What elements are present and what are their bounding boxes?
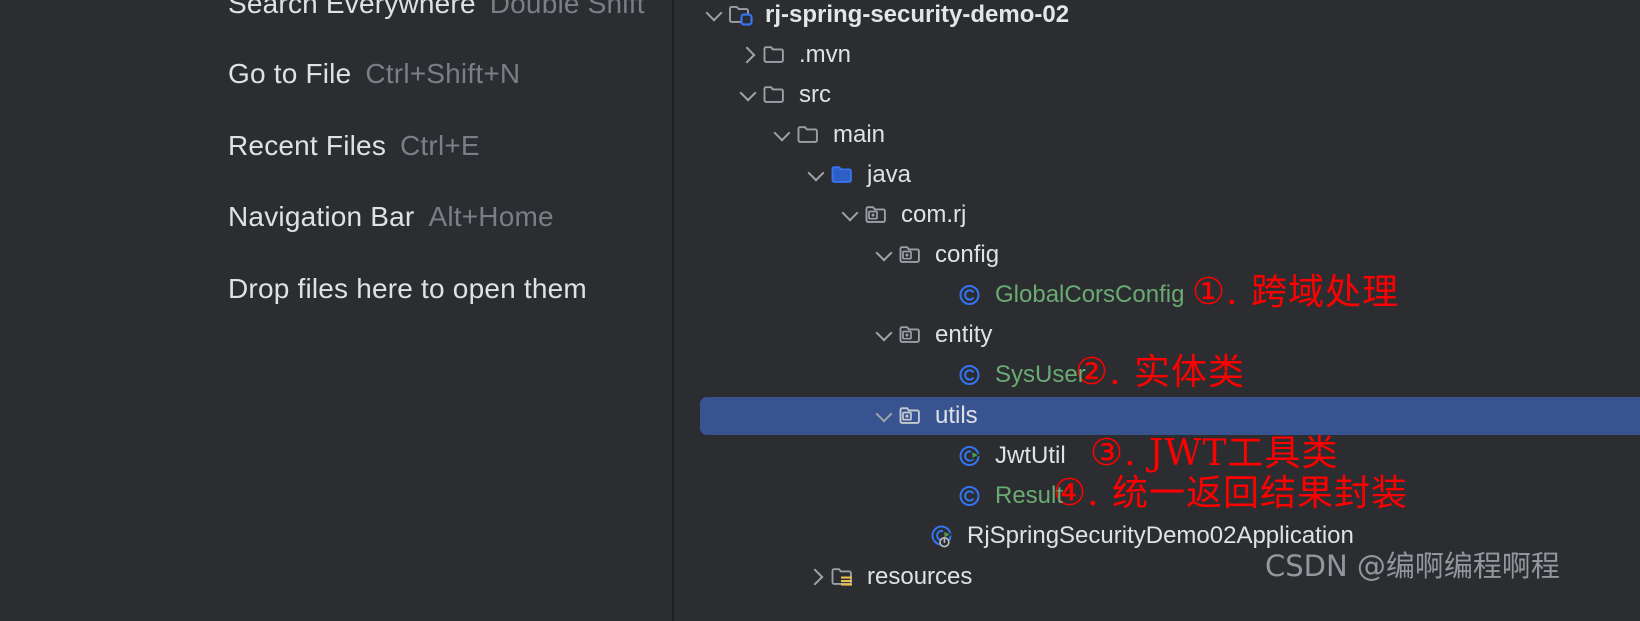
annotation-4: ④. 统一返回结果封装 (1053, 473, 1408, 514)
tree-row[interactable]: com.rj (674, 195, 1640, 235)
chevron-down-icon[interactable] (872, 242, 898, 268)
tip-label: Drop files here to open them (228, 273, 587, 304)
package-icon (898, 242, 926, 268)
tree-row[interactable]: config (674, 235, 1640, 275)
package-icon (898, 403, 926, 429)
resources-folder-icon (830, 564, 858, 590)
folder-icon (762, 82, 790, 108)
tree-row[interactable]: main (674, 115, 1640, 155)
tree-node-label: utils (935, 402, 978, 429)
tree-row[interactable]: entity (674, 315, 1640, 355)
tip-label: Search Everywhere (228, 0, 476, 19)
selection-highlight (700, 397, 1640, 435)
tree-node-label: GlobalCorsConfig (995, 281, 1185, 308)
spring-boot-class-icon (930, 523, 958, 549)
tree-node-label: resources (867, 563, 973, 590)
tree-node-label: config (935, 241, 1000, 268)
tree-node-label: java (867, 161, 912, 188)
editor-empty-state-pane: Search Everywhere Double Shift Go to File… (0, 0, 672, 621)
annotation-text: . 统一返回结果封装 (1087, 473, 1409, 514)
folder-icon (762, 42, 790, 68)
tip-label: Recent Files (228, 130, 387, 161)
annotation-3: ③. JWT工具类 (1090, 433, 1339, 474)
tree-node-label: com.rj (901, 201, 967, 228)
package-icon (898, 322, 926, 348)
tree-node-label: src (799, 81, 831, 108)
tip-row-search-everywhere[interactable]: Search Everywhere Double Shift (228, 0, 645, 21)
tip-shortcut: Ctrl+E (400, 130, 480, 161)
tip-row-recent-files[interactable]: Recent Files Ctrl+E (228, 129, 480, 163)
package-icon (864, 202, 892, 228)
tree-row[interactable]: GlobalCorsConfig (674, 275, 1640, 315)
tip-shortcut: Double Shift (489, 0, 645, 19)
chevron-right-icon[interactable] (804, 564, 830, 590)
module-folder-icon (728, 2, 756, 28)
folder-icon (796, 122, 824, 148)
project-tree-pane: rj-spring-security-demo-02 .mvn src main… (674, 0, 1640, 621)
source-root-icon (830, 162, 858, 188)
tip-label: Navigation Bar (228, 201, 415, 232)
annotation-text: . JWT工具类 (1124, 433, 1339, 474)
tip-shortcut: Alt+Home (428, 201, 554, 232)
chevron-down-icon[interactable] (736, 82, 762, 108)
tip-shortcut: Ctrl+Shift+N (365, 58, 521, 89)
csdn-watermark: CSDN @编啊编程啊程 (1265, 549, 1560, 583)
tree-row[interactable]: src (674, 75, 1640, 115)
tree-node-label: Result (995, 482, 1064, 509)
chevron-down-icon[interactable] (804, 162, 830, 188)
chevron-down-icon[interactable] (872, 322, 898, 348)
tree-node-label: JwtUtil (995, 442, 1066, 469)
chevron-right-icon[interactable] (736, 42, 762, 68)
tree-node-label: SysUser (995, 361, 1086, 388)
chevron-down-icon[interactable] (872, 403, 898, 429)
chevron-down-icon[interactable] (702, 2, 728, 28)
tree-row[interactable]: java (674, 155, 1640, 195)
tip-row-navigation-bar[interactable]: Navigation Bar Alt+Home (228, 200, 554, 234)
tree-node-label: main (833, 121, 886, 148)
tip-row-go-to-file[interactable]: Go to File Ctrl+Shift+N (228, 57, 520, 91)
tree-node-label: entity (935, 321, 993, 348)
class-icon (958, 362, 986, 388)
tip-label: Go to File (228, 58, 352, 89)
tree-row[interactable]: .mvn (674, 35, 1640, 75)
chevron-down-icon[interactable] (838, 202, 864, 228)
chevron-down-icon[interactable] (770, 122, 796, 148)
tree-row-selected[interactable]: utils (674, 396, 1640, 436)
class-icon (958, 483, 986, 509)
tree-node-label: rj-spring-security-demo-02 (765, 1, 1070, 28)
runnable-class-icon (958, 443, 986, 469)
screenshot-root: Search Everywhere Double Shift Go to File… (0, 0, 1640, 621)
annotation-text: . 实体类 (1109, 352, 1246, 393)
annotation-number: ③ (1090, 431, 1125, 474)
tree-row[interactable]: rj-spring-security-demo-02 (674, 0, 1640, 35)
class-icon (958, 282, 986, 308)
tree-node-label: RjSpringSecurityDemo02Application (967, 522, 1354, 549)
tip-row-drop-files: Drop files here to open them (228, 272, 587, 306)
tree-node-label: .mvn (799, 41, 852, 68)
annotation-number: ① (1192, 270, 1227, 313)
annotation-2: ②. 实体类 (1075, 352, 1245, 393)
annotation-text: . 跨域处理 (1226, 272, 1400, 313)
annotation-1: ①. 跨域处理 (1192, 272, 1399, 313)
